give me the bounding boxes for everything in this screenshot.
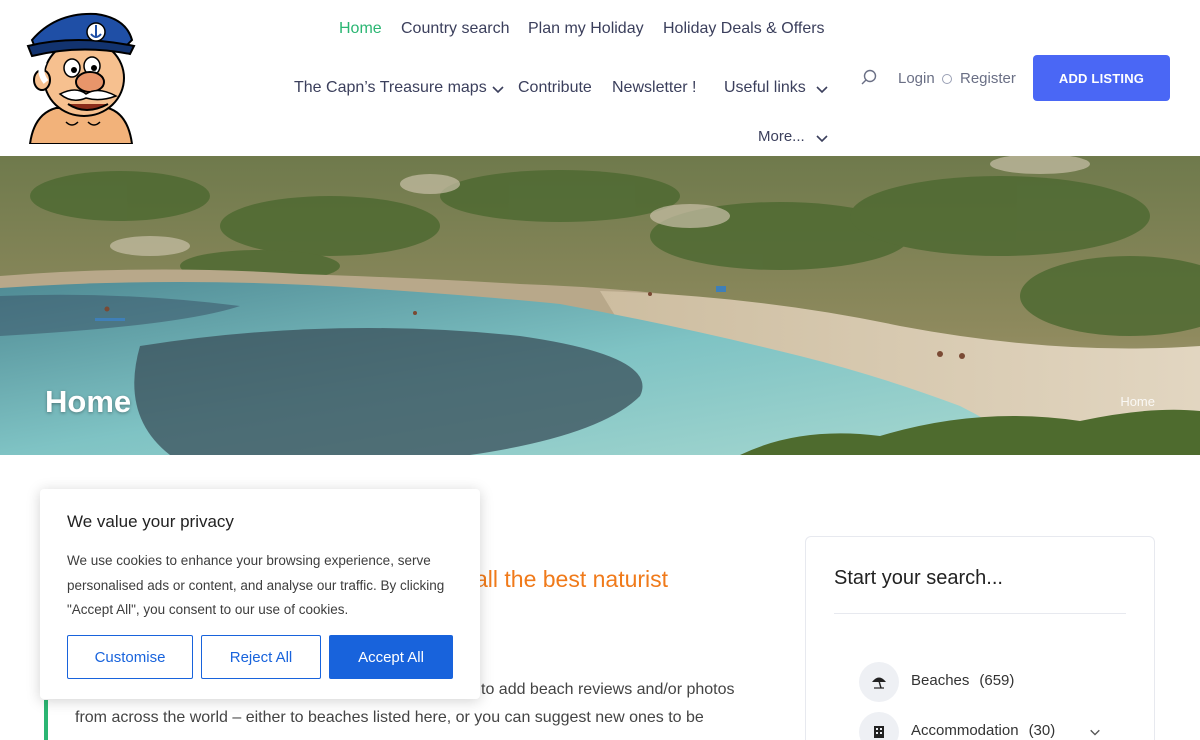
sidebar-divider [834, 613, 1126, 614]
page-title: Home [45, 384, 132, 419]
category-item-beaches[interactable]: Beaches (659) [859, 662, 1119, 702]
category-label: Accommodation (30) [911, 722, 1055, 739]
accept-all-button[interactable]: Accept All [329, 635, 453, 679]
register-link[interactable]: Register [960, 70, 1016, 87]
chevron-down-icon[interactable] [815, 131, 829, 145]
hero-beach-image [0, 156, 1200, 455]
hero-banner: Home Home [0, 156, 1200, 455]
category-name: Beaches [911, 672, 970, 689]
site-header: Home Country search Plan my Holiday Holi… [0, 0, 1200, 156]
category-count: (30) [1028, 722, 1056, 739]
add-listing-button[interactable]: ADD LISTING [1033, 55, 1170, 101]
cookie-title: We value your privacy [67, 512, 234, 531]
intro-paragraph-line-1: to add beach reviews and/or photos [481, 681, 735, 698]
category-name: Accommodation [911, 722, 1019, 739]
chevron-down-icon[interactable] [1089, 726, 1101, 738]
intro-paragraph-line-2: from across the world – either to beache… [75, 709, 704, 726]
nav-holiday-deals[interactable]: Holiday Deals & Offers [663, 20, 825, 38]
nav-useful-links[interactable]: Useful links [724, 79, 806, 97]
reject-all-button[interactable]: Reject All [201, 635, 321, 679]
intro-headline: all the best naturist [475, 566, 669, 592]
category-label: Beaches (659) [911, 672, 1014, 689]
site-logo-sailor[interactable] [26, 10, 138, 144]
cookie-description: We use cookies to enhance your browsing … [67, 553, 445, 617]
chevron-down-icon[interactable] [815, 82, 829, 96]
nav-newsletter[interactable]: Newsletter ! [612, 79, 696, 97]
search-sidebar: Start your search... Beaches (659) Accomm… [805, 536, 1155, 740]
nav-treasure-maps[interactable]: The Capn’s Treasure maps [294, 79, 487, 97]
nav-plan-holiday[interactable]: Plan my Holiday [528, 20, 644, 38]
sidebar-title: Start your search... [834, 567, 1003, 589]
nav-more[interactable]: More... [758, 128, 805, 145]
breadcrumb[interactable]: Home [1120, 394, 1155, 409]
nav-home[interactable]: Home [339, 20, 382, 38]
chevron-down-icon[interactable] [491, 82, 505, 96]
separator-circle-icon [942, 74, 952, 84]
nav-contribute[interactable]: Contribute [518, 79, 592, 97]
cookie-consent-dialog: We value your privacy We use cookies to … [40, 489, 480, 699]
quote-accent-bar [44, 700, 48, 740]
login-link[interactable]: Login [898, 70, 935, 87]
hotel-icon [859, 712, 899, 740]
category-item-accommodation[interactable]: Accommodation (30) [859, 712, 1119, 740]
category-count: (659) [979, 672, 1015, 689]
customise-button[interactable]: Customise [67, 635, 193, 679]
beach-umbrella-icon [859, 662, 899, 702]
nav-country-search[interactable]: Country search [401, 20, 510, 38]
search-icon[interactable] [860, 69, 878, 87]
